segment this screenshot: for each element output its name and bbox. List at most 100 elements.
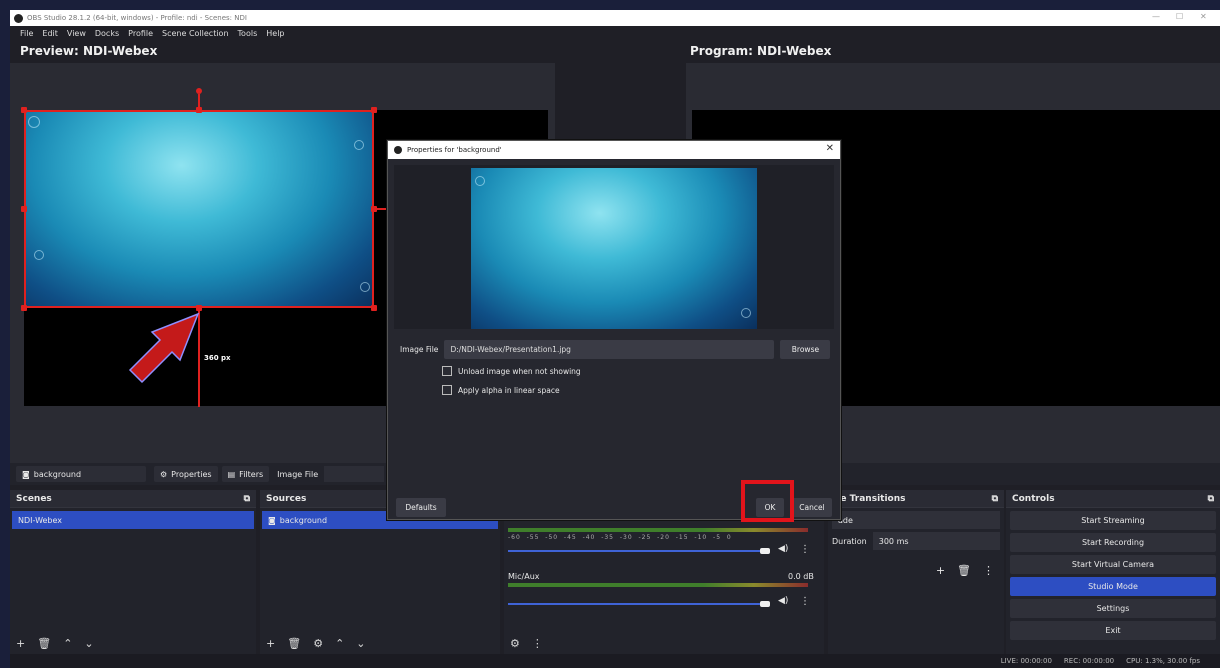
move-down-icon[interactable]: ⌄ — [84, 637, 93, 650]
obs-logo-icon — [14, 13, 23, 23]
image-file-field[interactable] — [324, 466, 385, 482]
mixer-menu-icon[interactable]: ⋮ — [532, 637, 543, 650]
undock-icon[interactable]: ⧉ — [1208, 494, 1214, 504]
rotation-handle[interactable] — [196, 88, 202, 94]
undock-icon[interactable]: ⧉ — [992, 494, 998, 504]
alpha-linear-checkbox[interactable] — [442, 385, 452, 395]
image-source-icon: ◙ — [22, 469, 30, 479]
filters-button[interactable]: ▤ Filters — [221, 466, 270, 482]
context-source: ◙ background — [16, 466, 146, 482]
resize-handle-br[interactable] — [371, 305, 377, 311]
filters-icon: ▤ — [227, 469, 236, 479]
alpha-linear-option[interactable]: Apply alpha in linear space — [442, 385, 560, 395]
menu-bar: File Edit View Docks Profile Scene Colle… — [10, 26, 285, 40]
selection-box[interactable] — [24, 110, 374, 308]
defaults-button[interactable]: Defaults — [396, 498, 446, 517]
transitions-title: ne Transitions — [834, 493, 906, 504]
advanced-audio-icon[interactable]: ⚙ — [510, 637, 520, 650]
properties-button[interactable]: ⚙ Properties — [154, 466, 218, 482]
speaker-icon[interactable]: ◀) — [778, 596, 788, 606]
add-source-icon[interactable]: + — [266, 637, 275, 650]
cpu-status: CPU: 1.3%, 30.00 fps — [1126, 657, 1200, 665]
remove-source-icon[interactable]: 🗑 — [287, 637, 301, 650]
undock-icon[interactable]: ⧉ — [244, 494, 250, 504]
controls-dock: Controls ⧉ Start Streaming Start Recordin… — [1006, 490, 1220, 654]
distance-guide-right — [374, 208, 386, 210]
move-down-icon[interactable]: ⌄ — [356, 637, 365, 650]
title-bar: OBS Studio 28.1.2 (64-bit, windows) - Pr… — [10, 10, 1220, 26]
sources-title: Sources — [266, 493, 307, 504]
desktop-volume-knob[interactable] — [760, 548, 770, 554]
dialog-close-icon[interactable]: ✕ — [826, 143, 834, 154]
exit-button[interactable]: Exit — [1010, 621, 1216, 640]
move-up-icon[interactable]: ⌃ — [63, 637, 72, 650]
more-options-icon[interactable]: ⋮ — [800, 544, 810, 555]
menu-tools[interactable]: Tools — [238, 29, 258, 38]
transition-type-select[interactable]: ade — [832, 511, 1000, 529]
scenes-title: Scenes — [16, 493, 52, 504]
unload-image-option[interactable]: Unload image when not showing — [442, 366, 581, 376]
unload-image-label: Unload image when not showing — [458, 366, 581, 376]
add-scene-icon[interactable]: + — [16, 637, 25, 650]
mic-aux-db: 0.0 dB — [788, 572, 814, 581]
resize-handle-top[interactable] — [196, 107, 202, 113]
alpha-linear-label: Apply alpha in linear space — [458, 385, 560, 395]
gear-icon: ⚙ — [160, 469, 168, 479]
settings-button[interactable]: Settings — [1010, 599, 1216, 618]
desktop-audio-meter — [508, 528, 808, 532]
source-properties-icon[interactable]: ⚙ — [313, 637, 323, 650]
resize-handle-tr[interactable] — [371, 107, 377, 113]
resize-handle-left[interactable] — [21, 206, 27, 212]
image-file-label: Image File — [400, 345, 439, 354]
properties-dialog: Properties for 'background' ✕ Image File… — [387, 140, 841, 520]
mic-volume-slider[interactable] — [508, 603, 768, 605]
mic-aux-label: Mic/Aux — [508, 572, 540, 581]
menu-file[interactable]: File — [20, 29, 33, 38]
image-file-input[interactable]: D:/NDI-Webex/Presentation1.jpg — [444, 340, 775, 359]
menu-profile[interactable]: Profile — [128, 29, 153, 38]
resize-handle-bl[interactable] — [21, 305, 27, 311]
start-streaming-button[interactable]: Start Streaming — [1010, 511, 1216, 530]
duration-field[interactable]: 300 ms — [872, 532, 1000, 550]
minimize-button[interactable]: — — [1152, 12, 1160, 21]
transition-menu-icon[interactable]: ⋮ — [983, 564, 994, 577]
unload-image-checkbox[interactable] — [442, 366, 452, 376]
menu-scene-collection[interactable]: Scene Collection — [162, 29, 229, 38]
ok-highlight-annotation — [741, 480, 794, 522]
preview-title: Preview: NDI-Webex — [20, 44, 158, 58]
menu-view[interactable]: View — [67, 29, 86, 38]
desktop-volume-slider[interactable] — [508, 550, 768, 552]
window-title: OBS Studio 28.1.2 (64-bit, windows) - Pr… — [27, 14, 247, 22]
add-transition-icon[interactable]: + — [936, 564, 945, 577]
meter-scale: -60 -55 -50 -45 -40 -35 -30 -25 -20 -15 … — [508, 534, 732, 541]
close-button[interactable]: ✕ — [1200, 12, 1207, 21]
move-up-icon[interactable]: ⌃ — [335, 637, 344, 650]
browse-button[interactable]: Browse — [780, 340, 831, 359]
image-source-icon: ◙ — [268, 515, 276, 525]
start-recording-button[interactable]: Start Recording — [1010, 533, 1216, 552]
menu-edit[interactable]: Edit — [42, 29, 58, 38]
scenes-dock: Scenes ⧉ NDI-Webex + 🗑 ⌃ ⌄ — [10, 490, 256, 654]
live-status: LIVE: 00:00:00 — [1000, 657, 1052, 665]
maximize-button[interactable]: ☐ — [1176, 12, 1183, 21]
start-virtual-camera-button[interactable]: Start Virtual Camera — [1010, 555, 1216, 574]
remove-scene-icon[interactable]: 🗑 — [37, 637, 51, 650]
image-file-label: Image File — [277, 469, 319, 479]
mic-volume-knob[interactable] — [760, 601, 770, 607]
dialog-image-preview — [471, 168, 757, 329]
speaker-icon[interactable]: ◀) — [778, 544, 788, 554]
obs-logo-icon — [394, 146, 402, 154]
studio-mode-button[interactable]: Studio Mode — [1010, 577, 1216, 596]
resize-handle-tl[interactable] — [21, 107, 27, 113]
red-arrow-annotation — [128, 312, 200, 384]
menu-docks[interactable]: Docks — [95, 29, 119, 38]
menu-help[interactable]: Help — [266, 29, 284, 38]
mic-aux-meter — [508, 583, 808, 587]
remove-transition-icon[interactable]: 🗑 — [957, 564, 971, 577]
dialog-title-bar: Properties for 'background' ✕ — [388, 141, 840, 159]
scene-item[interactable]: NDI-Webex — [12, 511, 254, 529]
program-title: Program: NDI-Webex — [690, 44, 832, 58]
dialog-preview — [394, 165, 834, 329]
more-options-icon[interactable]: ⋮ — [800, 596, 810, 607]
cancel-button[interactable]: Cancel — [792, 498, 832, 517]
